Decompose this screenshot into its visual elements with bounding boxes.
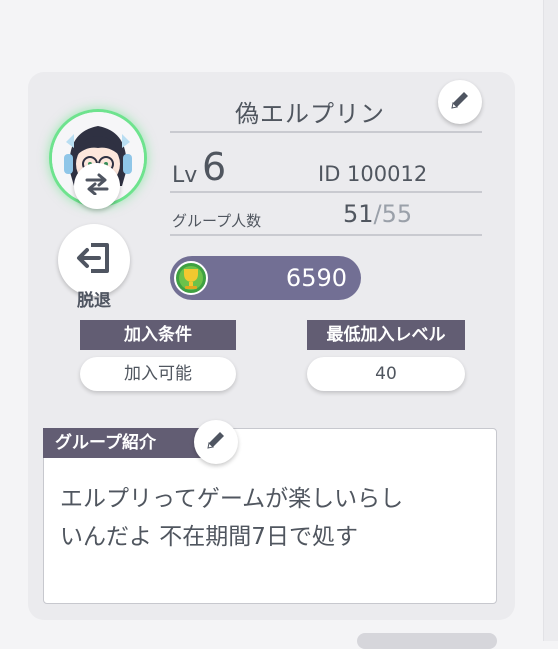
members-slash: / [373, 200, 382, 228]
group-description-text: エルプリってゲームが楽しいらし いんだよ 不在期間7日で処す [60, 486, 404, 550]
leave-label: 脱退 [77, 291, 111, 311]
edit-description-button[interactable] [194, 420, 238, 464]
level-value: 6 [202, 145, 227, 189]
join-condition-label: 加入条件 [80, 320, 236, 350]
exit-door-icon [75, 239, 113, 281]
group-id: ID 100012 [318, 162, 428, 186]
divider [170, 131, 482, 133]
members-label: グループ人数 [172, 212, 262, 230]
score-pill: 6590 [170, 256, 361, 300]
level-label: Lv [172, 163, 198, 188]
divider [170, 234, 482, 236]
members-current: 51 [343, 200, 374, 228]
swap-arrows-icon [84, 173, 110, 199]
edit-name-button[interactable] [438, 80, 482, 124]
right-edge-panel [543, 0, 558, 641]
group-description-label: グループ紹介 [43, 428, 205, 458]
divider [170, 191, 482, 193]
pencil-icon [205, 429, 227, 455]
members-count: 51/55 [343, 200, 412, 228]
pencil-icon [449, 89, 471, 115]
trophy-icon [173, 260, 209, 296]
min-level-label: 最低加入レベル [307, 320, 465, 350]
min-level-selector[interactable]: 40 [307, 357, 465, 391]
join-condition-selector[interactable]: 加入可能 [80, 357, 236, 391]
members-max: 55 [381, 200, 413, 228]
score-value: 6590 [285, 264, 347, 292]
swap-button[interactable] [74, 163, 120, 209]
bottom-button-peek[interactable] [357, 633, 497, 649]
group-name: 偽エルプリン [235, 100, 385, 128]
